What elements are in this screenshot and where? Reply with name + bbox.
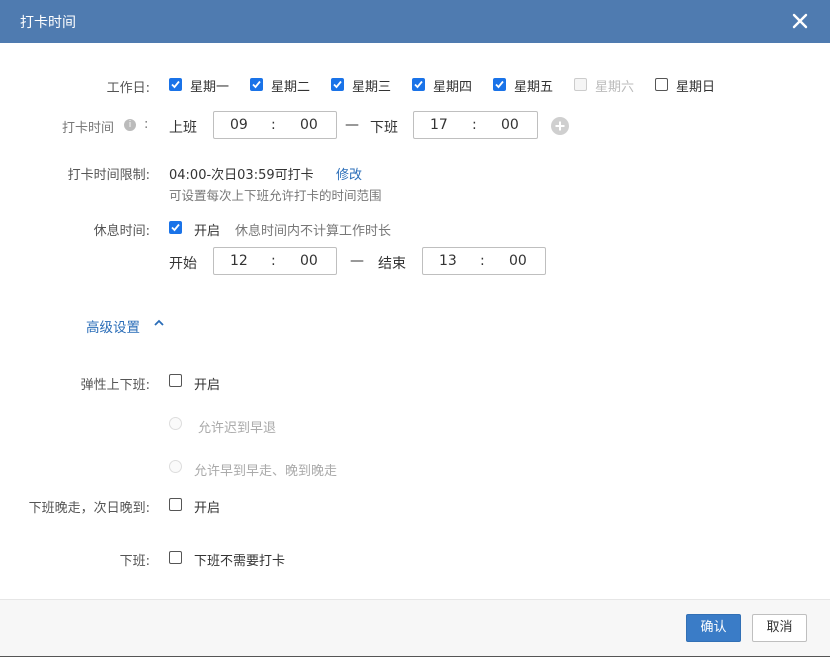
off-duty-no-punch-label: 下班不需要打卡 <box>194 554 286 569</box>
info-icon[interactable]: i <box>124 119 136 131</box>
punch-time-dash: — <box>345 117 359 133</box>
confirm-button[interactable]: 确认 <box>686 614 741 642</box>
flexible-label: 弹性上下班: <box>80 378 150 393</box>
rest-end-minute: 00 <box>509 253 527 269</box>
label-wednesday: 星期三 <box>352 80 392 95</box>
close-icon[interactable] <box>790 11 810 31</box>
rest-end-time-input[interactable]: 13 : 00 <box>422 247 546 275</box>
on-duty-label: 上班 <box>169 120 197 136</box>
punch-time-label: 打卡时间 <box>62 121 115 136</box>
workdays-label: 工作日: <box>106 81 150 96</box>
off-duty-sep: : <box>472 117 477 133</box>
checkbox-thursday[interactable] <box>412 78 425 91</box>
checkbox-wednesday[interactable] <box>331 78 344 91</box>
chevron-up-icon[interactable] <box>152 316 166 330</box>
checkbox-sunday[interactable] <box>655 78 668 91</box>
checkbox-friday[interactable] <box>493 78 506 91</box>
rest-desc: 休息时间内不计算工作时长 <box>235 224 392 239</box>
off-duty-time-input[interactable]: 17 : 00 <box>413 111 538 139</box>
rest-end-sep: : <box>480 253 485 269</box>
label-thursday: 星期四 <box>433 80 473 95</box>
rest-start-sep: : <box>271 253 276 269</box>
off-duty-label: 下班 <box>370 120 398 136</box>
on-duty-sep: : <box>271 117 276 133</box>
flexible-option2-radio <box>169 460 182 473</box>
checkbox-saturday <box>574 78 587 91</box>
rest-start-hour: 12 <box>230 253 248 269</box>
dialog-footer: 确认 取消 <box>0 599 830 656</box>
flexible-option2-label: 允许早到早走、晚到晚走 <box>194 464 338 479</box>
rest-end-label: 结束 <box>378 256 406 272</box>
off-duty-punch-label: 下班: <box>119 554 150 569</box>
rest-start-label: 开始 <box>169 256 197 272</box>
label-tuesday: 星期二 <box>271 80 311 95</box>
checkbox-tuesday[interactable] <box>250 78 263 91</box>
off-duty-no-punch-checkbox[interactable] <box>169 551 182 564</box>
late-leave-enable-label: 开启 <box>194 501 221 516</box>
on-duty-time-input[interactable]: 09 : 00 <box>213 111 337 139</box>
late-leave-checkbox[interactable] <box>169 498 182 511</box>
rest-enable-checkbox[interactable] <box>169 221 182 234</box>
rest-label: 休息时间: <box>93 224 150 239</box>
flexible-option1-label: 允许迟到早退 <box>198 421 277 436</box>
on-duty-minute: 00 <box>300 117 318 133</box>
rest-end-hour: 13 <box>439 253 457 269</box>
cancel-button[interactable]: 取消 <box>752 614 807 642</box>
flexible-enable-label: 开启 <box>194 378 221 393</box>
dialog-title: 打卡时间 <box>20 15 76 31</box>
rest-start-minute: 00 <box>300 253 318 269</box>
limit-value: 04:00-次日03:59可打卡 <box>169 168 314 183</box>
label-friday: 星期五 <box>514 80 554 95</box>
on-duty-hour: 09 <box>230 117 248 133</box>
limit-hint: 可设置每次上下班允许打卡的时间范围 <box>169 188 382 203</box>
add-shift-icon[interactable] <box>551 117 569 135</box>
advanced-settings-toggle[interactable]: 高级设置 <box>86 316 140 336</box>
late-leave-label: 下班晚走，次日晚到: <box>28 501 150 516</box>
punch-time-dialog: 打卡时间 工作日: 星期一 星期二 星期三 星期四 星期五 星期六 星期日 打卡… <box>0 0 830 657</box>
rest-dash: — <box>350 253 364 269</box>
off-duty-hour: 17 <box>430 117 448 133</box>
dialog-titlebar: 打卡时间 <box>0 0 830 43</box>
limit-label: 打卡时间限制: <box>67 168 150 183</box>
off-duty-minute: 00 <box>501 117 519 133</box>
punch-time-colon: : <box>144 117 149 132</box>
flexible-option1-radio <box>169 417 182 430</box>
limit-edit-link[interactable]: 修改 <box>336 164 362 183</box>
rest-start-time-input[interactable]: 12 : 00 <box>213 247 337 275</box>
label-sunday: 星期日 <box>676 80 716 95</box>
label-saturday: 星期六 <box>595 80 635 95</box>
label-monday: 星期一 <box>190 80 230 95</box>
rest-enable-label: 开启 <box>194 224 221 239</box>
flexible-enable-checkbox[interactable] <box>169 374 182 387</box>
checkbox-monday[interactable] <box>169 78 182 91</box>
